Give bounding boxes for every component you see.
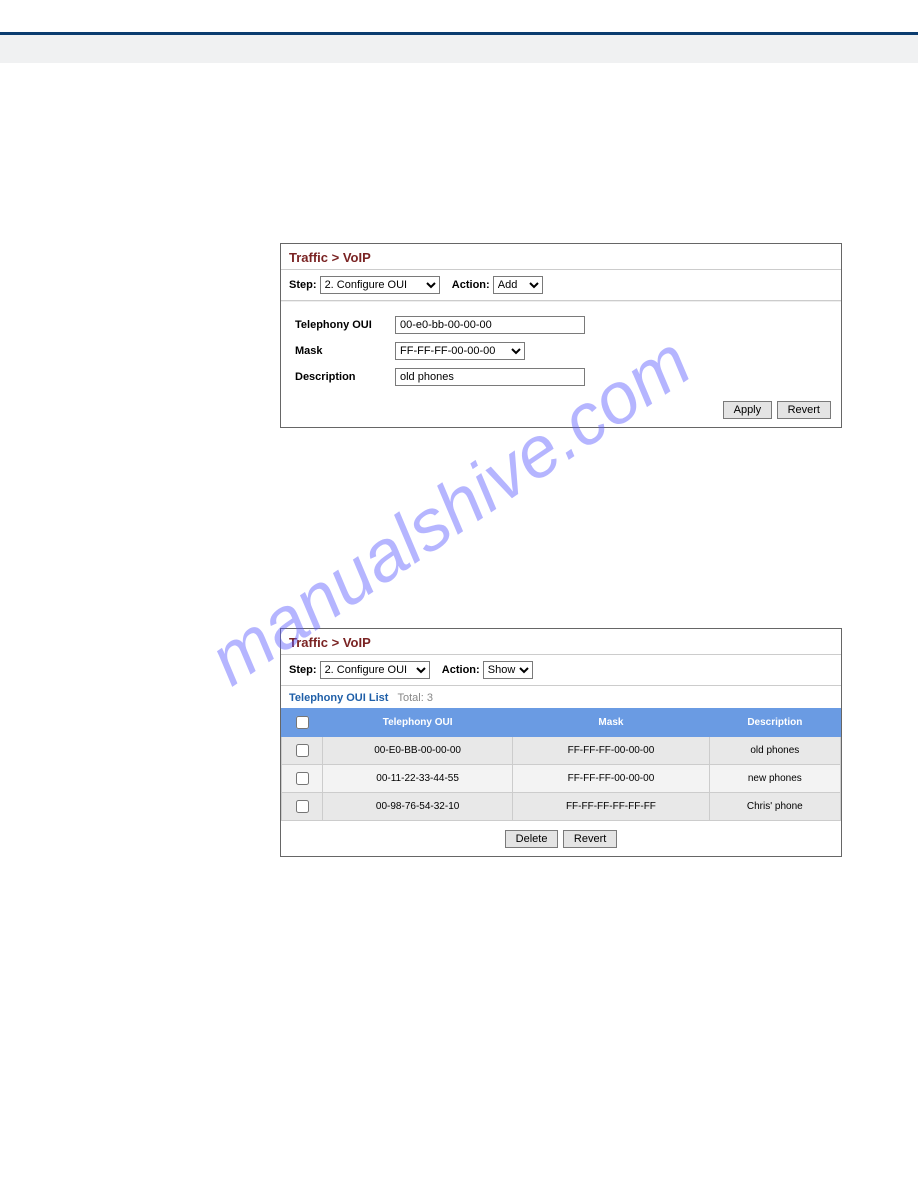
cell-mask: FF-FF-FF-00-00-00 bbox=[513, 765, 709, 793]
revert-button[interactable]: Revert bbox=[777, 401, 831, 419]
step-label: Step: bbox=[289, 279, 317, 291]
revert-button-2[interactable]: Revert bbox=[563, 830, 617, 848]
cell-desc: new phones bbox=[709, 765, 840, 793]
cell-mask: FF-FF-FF-FF-FF-FF bbox=[513, 793, 709, 821]
cell-mask: FF-FF-FF-00-00-00 bbox=[513, 737, 709, 765]
step-action-bar-2: Step: 2. Configure OUI Action: Show bbox=[281, 655, 841, 686]
apply-button[interactable]: Apply bbox=[723, 401, 773, 419]
mask-label: Mask bbox=[295, 345, 395, 357]
cell-desc: old phones bbox=[709, 737, 840, 765]
table-row: 00-11-22-33-44-55 FF-FF-FF-00-00-00 new … bbox=[282, 765, 841, 793]
table-row: 00-98-76-54-32-10 FF-FF-FF-FF-FF-FF Chri… bbox=[282, 793, 841, 821]
oui-table: Telephony OUI Mask Description 00-E0-BB-… bbox=[281, 708, 841, 821]
step-action-bar: Step: 2. Configure OUI Action: Add bbox=[281, 270, 841, 301]
cell-desc: Chris' phone bbox=[709, 793, 840, 821]
col-desc: Description bbox=[709, 709, 840, 737]
step-select-2[interactable]: 2. Configure OUI bbox=[320, 661, 430, 679]
select-all-checkbox[interactable] bbox=[296, 716, 309, 729]
voip-show-panel: Traffic > VoIP Step: 2. Configure OUI Ac… bbox=[280, 628, 842, 857]
step-select[interactable]: 2. Configure OUI bbox=[320, 276, 440, 294]
action-label-2: Action: bbox=[442, 664, 480, 676]
header-band bbox=[0, 35, 918, 63]
mask-select[interactable]: FF-FF-FF-00-00-00 bbox=[395, 342, 525, 360]
panel-title: Traffic > VoIP bbox=[281, 244, 841, 270]
telephony-oui-input[interactable] bbox=[395, 316, 585, 334]
col-mask: Mask bbox=[513, 709, 709, 737]
row-checkbox[interactable] bbox=[296, 744, 309, 757]
action-select[interactable]: Add bbox=[493, 276, 543, 294]
col-oui: Telephony OUI bbox=[323, 709, 513, 737]
row-checkbox[interactable] bbox=[296, 800, 309, 813]
action-select-2[interactable]: Show bbox=[483, 661, 533, 679]
panel-title-2: Traffic > VoIP bbox=[281, 629, 841, 655]
step-label-2: Step: bbox=[289, 664, 317, 676]
description-label: Description bbox=[295, 371, 395, 383]
list-total: Total: 3 bbox=[397, 692, 432, 704]
voip-add-panel: Traffic > VoIP Step: 2. Configure OUI Ac… bbox=[280, 243, 842, 428]
telephony-oui-label: Telephony OUI bbox=[295, 319, 395, 331]
select-all-header bbox=[282, 709, 323, 737]
cell-oui: 00-11-22-33-44-55 bbox=[323, 765, 513, 793]
table-row: 00-E0-BB-00-00-00 FF-FF-FF-00-00-00 old … bbox=[282, 737, 841, 765]
form-body: Telephony OUI Mask FF-FF-FF-00-00-00 Des… bbox=[281, 301, 841, 400]
delete-button[interactable]: Delete bbox=[505, 830, 559, 848]
action-label: Action: bbox=[452, 279, 490, 291]
cell-oui: 00-E0-BB-00-00-00 bbox=[323, 737, 513, 765]
button-row: Apply Revert bbox=[281, 400, 841, 427]
cell-oui: 00-98-76-54-32-10 bbox=[323, 793, 513, 821]
button-row-2: Delete Revert bbox=[281, 821, 841, 856]
row-checkbox[interactable] bbox=[296, 772, 309, 785]
description-input[interactable] bbox=[395, 368, 585, 386]
list-title: Telephony OUI List Total: 3 bbox=[281, 686, 841, 704]
